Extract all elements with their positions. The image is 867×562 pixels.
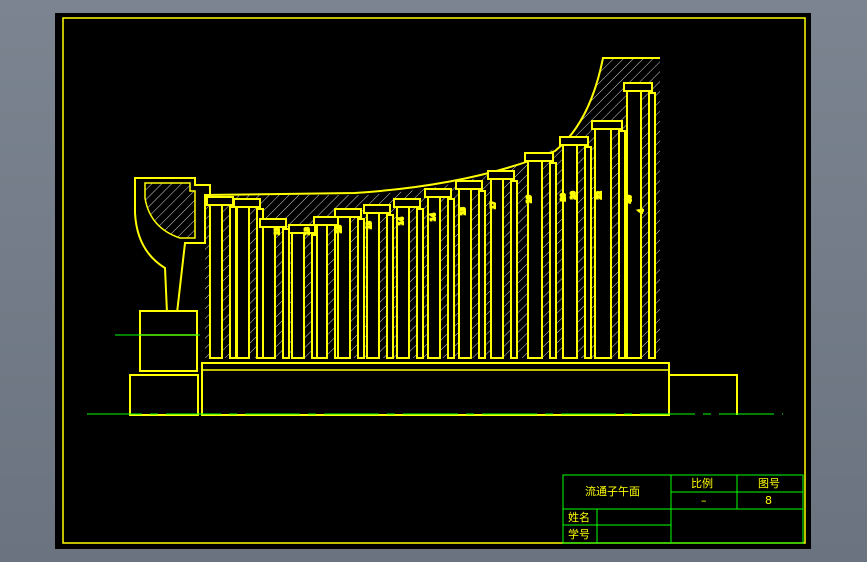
stator-bar	[386, 214, 394, 359]
stator-bar	[282, 228, 290, 359]
stator-bar	[447, 198, 455, 359]
blade-label: 40	[626, 195, 633, 203]
blade-row	[262, 224, 276, 359]
blade-row	[337, 214, 351, 359]
blade-label: 13	[366, 221, 373, 229]
blade-row	[396, 204, 410, 359]
blade-shroud	[559, 136, 589, 146]
left-support-lower	[129, 374, 199, 416]
blade-label: 20	[570, 191, 577, 199]
stator-bar	[229, 206, 237, 359]
stator-bar	[618, 130, 626, 359]
right-shaft	[669, 374, 738, 415]
blade-shroud	[363, 204, 391, 214]
drawing-no-label: 图号	[758, 477, 780, 490]
drawing-canvas: 13 13 13 13 14 14 15 17 19 20 20 22 40 4 流通子午面 比例 – 图…	[62, 17, 806, 544]
student-no-label: 学号	[568, 527, 590, 541]
blade-label: 13	[304, 227, 311, 235]
blade-shroud	[487, 170, 515, 180]
blade-shroud	[334, 208, 362, 218]
scale-label: 比例	[691, 476, 713, 490]
blade-shroud	[455, 180, 483, 190]
stator-bar	[478, 190, 486, 359]
drawing-no-value: 8	[765, 494, 772, 507]
drawing-sheet: 13 13 13 13 14 14 15 17 19 20 20 22 40 4 流通子午面 比例 – 图…	[55, 13, 811, 549]
stator-bar	[648, 92, 656, 359]
blade-shroud	[206, 196, 234, 206]
blade-label: 22	[596, 191, 603, 199]
drawing-title: 流通子午面	[585, 484, 640, 498]
blade-shroud	[313, 216, 339, 226]
scale-value: –	[701, 494, 707, 507]
blade-row	[562, 142, 578, 359]
blade-shroud	[623, 82, 653, 92]
blade-shroud	[233, 198, 261, 208]
blade-shroud	[524, 152, 554, 162]
blade-row	[594, 126, 612, 359]
blade-shroud	[259, 218, 287, 228]
stator-bar	[510, 180, 518, 359]
left-support-upper	[139, 310, 198, 372]
blade-label: 19	[526, 195, 533, 203]
stator-bar	[357, 218, 365, 359]
stator-bar	[549, 162, 557, 359]
title-block: 流通子午面 比例 – 图号 8 姓名 学号	[562, 474, 804, 544]
blade-shroud	[591, 120, 623, 130]
blade-label: 14	[430, 213, 437, 221]
blade-label: 15	[460, 207, 467, 215]
blade-shroud	[424, 188, 452, 198]
blade-row	[209, 202, 223, 359]
blade-label: 20	[560, 193, 567, 201]
blade-row	[291, 230, 305, 359]
blade-shroud	[288, 224, 316, 234]
blade-row	[366, 210, 380, 359]
rotor-shaft	[201, 362, 670, 416]
blade-row	[527, 158, 543, 359]
blade-label: 4	[638, 209, 645, 213]
stator-bar	[584, 146, 592, 359]
blade-row	[316, 222, 328, 359]
blade-row	[236, 204, 250, 359]
name-label: 姓名	[568, 510, 590, 524]
blade-shroud	[393, 198, 421, 208]
stator-bar	[416, 208, 424, 359]
blade-row	[626, 88, 642, 359]
blade-label: 13	[274, 227, 281, 235]
blade-label: 14	[398, 217, 405, 225]
blade-label: 17	[490, 201, 497, 209]
blade-label: 13	[336, 225, 343, 233]
